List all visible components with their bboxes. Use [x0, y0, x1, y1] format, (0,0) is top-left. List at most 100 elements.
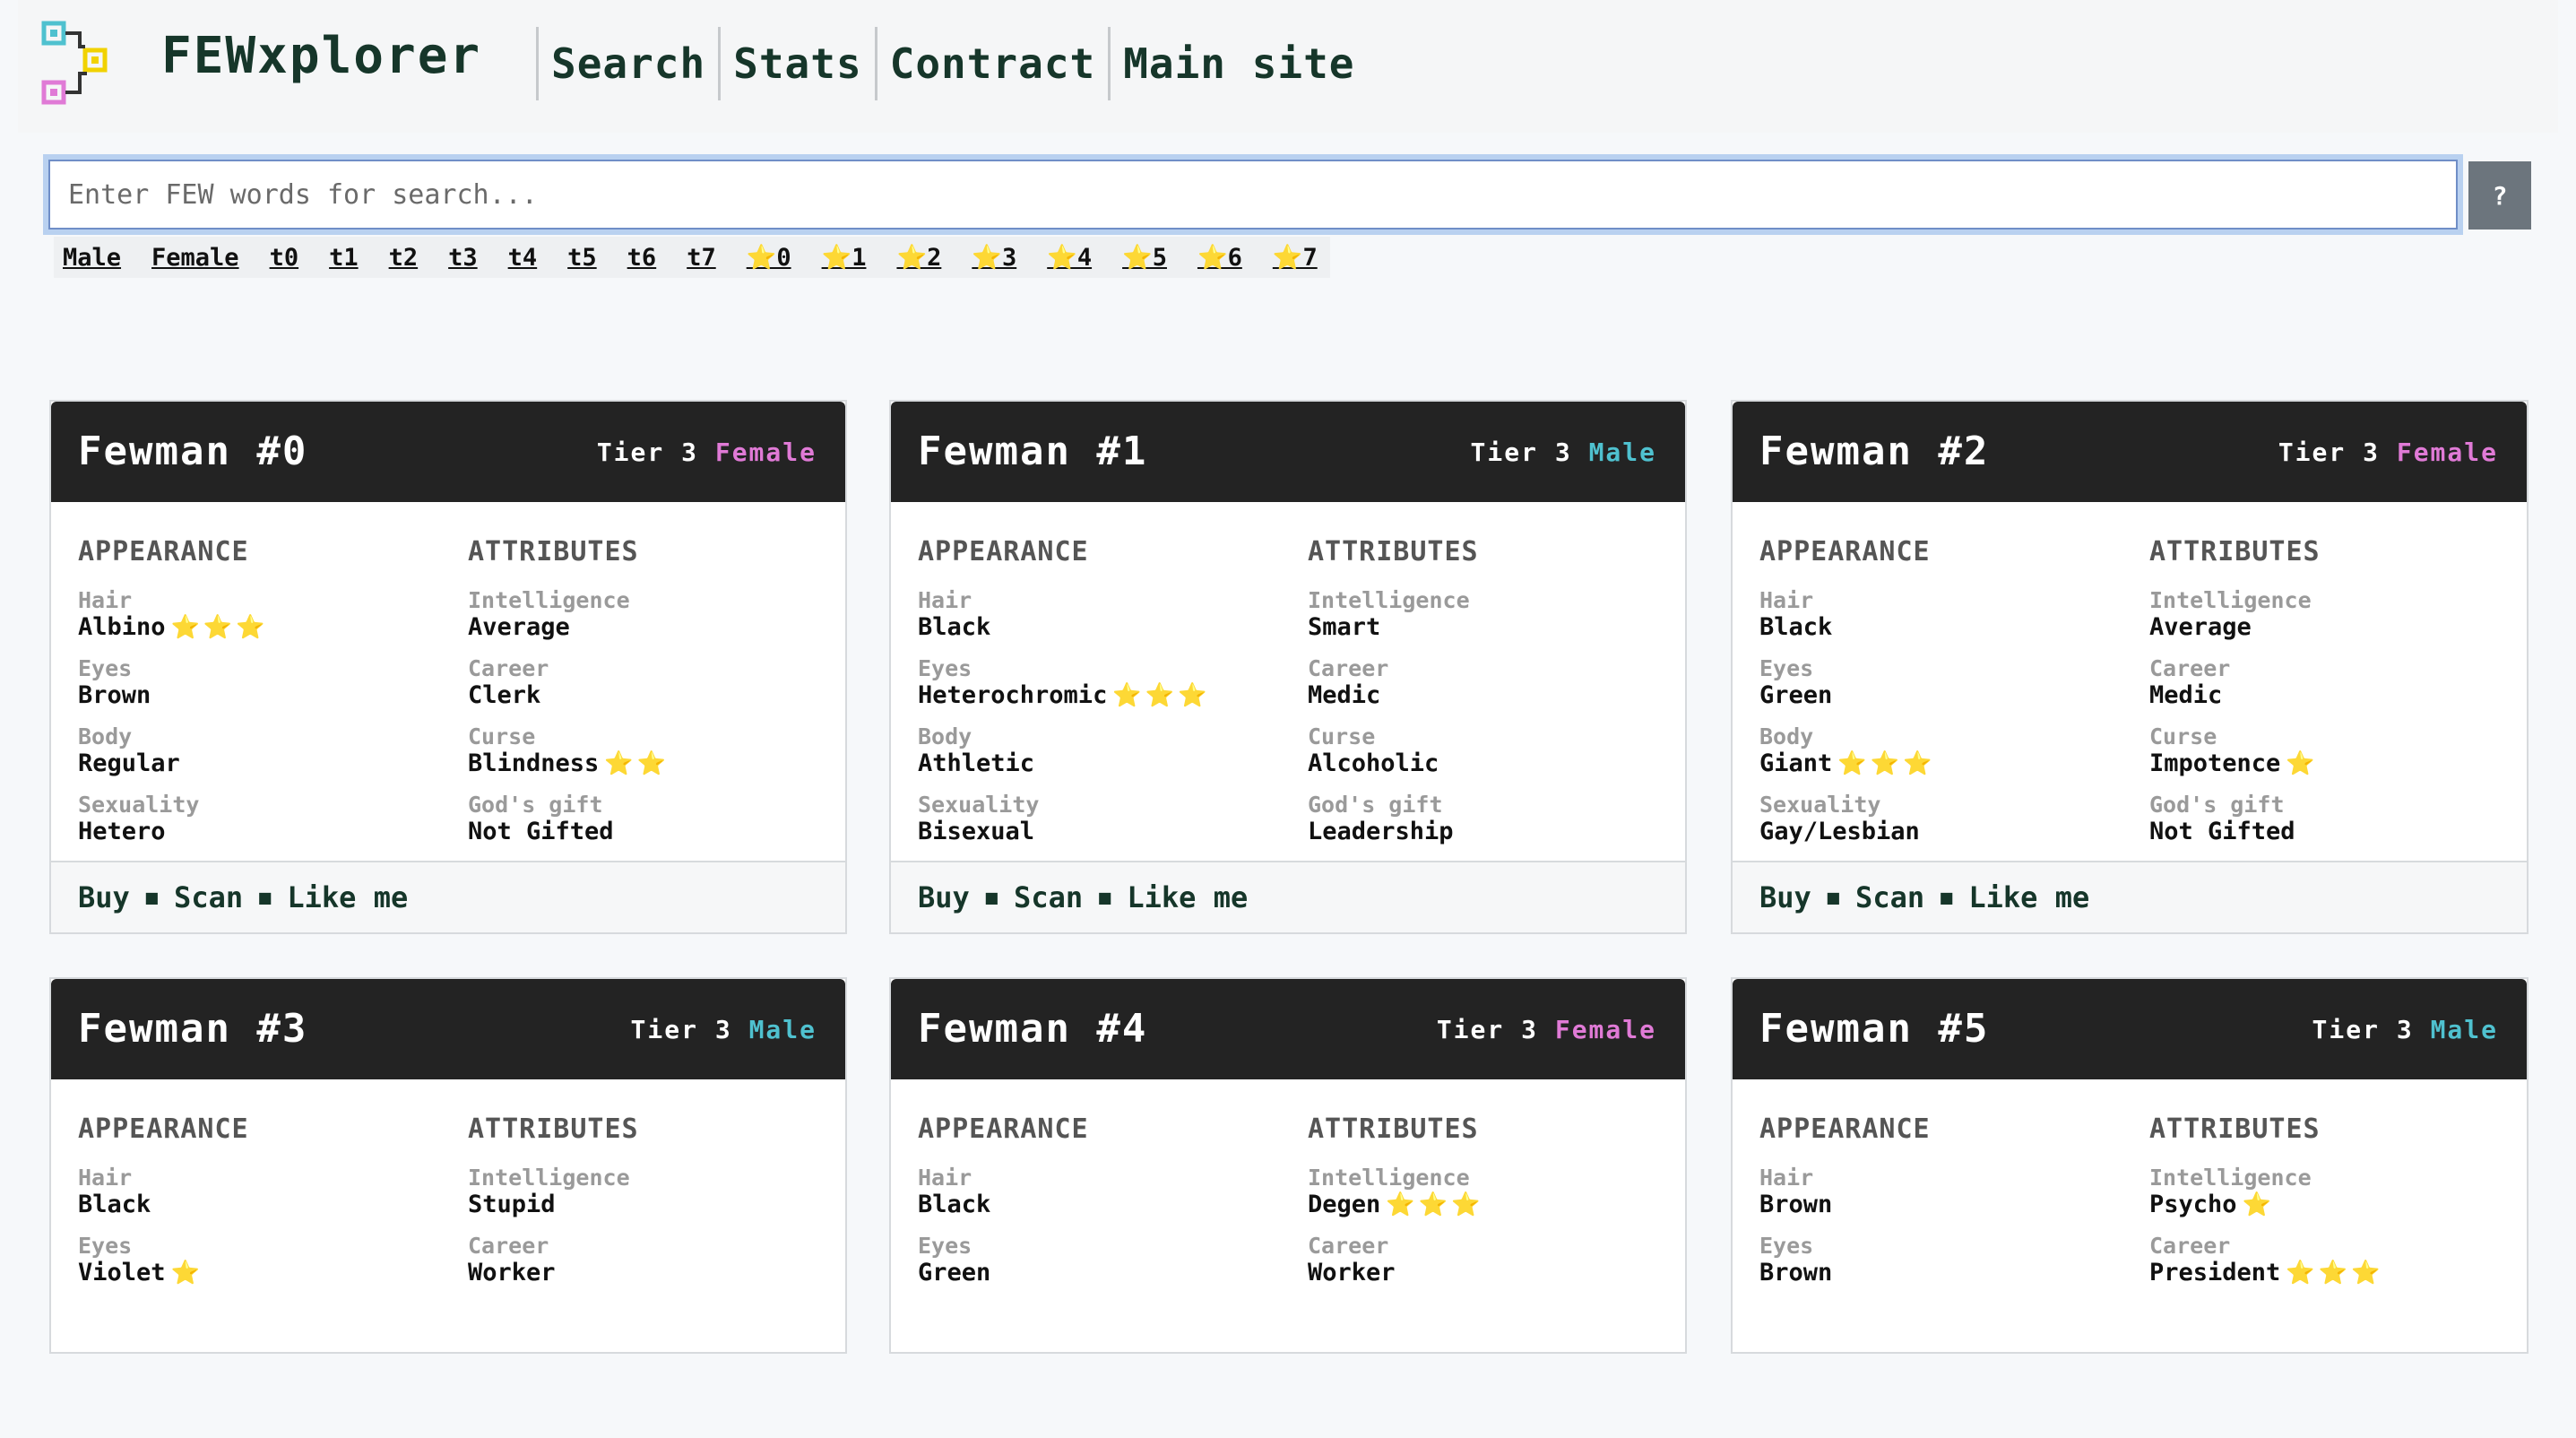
card-tier: Tier 3 Male [2312, 1015, 2498, 1044]
like-link[interactable]: Like me [287, 880, 408, 914]
curse-value: Impotence [2149, 749, 2281, 777]
buy-link[interactable]: Buy [1759, 880, 1811, 914]
filter-tier-5[interactable]: t5 [567, 244, 597, 272]
eyes-value: Violet [78, 1259, 166, 1286]
field-value: Blindness ⭐⭐ [468, 750, 670, 778]
card-title[interactable]: Fewman #5 [1759, 1006, 1989, 1052]
field-value: Medic [2149, 682, 2321, 709]
like-link[interactable]: Like me [1968, 880, 2089, 914]
buy-link[interactable]: Buy [78, 880, 130, 914]
appearance-column: APPEARANCE Hair Black Eyes Heterochromic ⭐⭐… [918, 536, 1210, 860]
card-tier: Tier 3 Male [1471, 437, 1656, 467]
card-header: Fewman #4 Tier 3 Female [891, 979, 1685, 1079]
intelligence-field: Intelligence Average [2149, 587, 2321, 641]
filter-stars-0[interactable]: ⭐0 [747, 243, 791, 272]
star-icon: ⭐⭐⭐ [1837, 750, 1936, 777]
career-field: Career Worker [1308, 1233, 1483, 1286]
gender-label: Male [2430, 1015, 2498, 1044]
field-label: Career [2149, 1233, 2231, 1259]
separator-dot: ■ [145, 886, 159, 909]
field-value: Brown [1759, 1260, 1931, 1286]
field-label: Sexuality [918, 792, 1040, 818]
field-value: Worker [1308, 1260, 1483, 1286]
filter-stars-5[interactable]: ⭐5 [1122, 243, 1167, 272]
field-label: God's gift [468, 792, 603, 818]
search-input[interactable] [43, 154, 2463, 235]
curse-field: Curse Blindness ⭐⭐ [468, 723, 670, 777]
hair-field: Hair Brown [1759, 1165, 1931, 1218]
nav-stats[interactable]: Stats [721, 27, 874, 100]
gift-value: Leadership [1308, 818, 1454, 845]
filter-stars-1[interactable]: ⭐1 [822, 243, 867, 272]
attributes-heading: ATTRIBUTES [1308, 1113, 1479, 1145]
scan-link[interactable]: Scan [1014, 880, 1083, 914]
scan-link[interactable]: Scan [1855, 880, 1924, 914]
card-title[interactable]: Fewman #1 [918, 429, 1147, 474]
buy-link[interactable]: Buy [918, 880, 970, 914]
logo-icon[interactable] [40, 20, 130, 109]
like-link[interactable]: Like me [1127, 880, 1248, 914]
card-body: APPEARANCE Hair Black Eyes Heterochromic ⭐⭐… [891, 502, 1685, 861]
attributes-column: ATTRIBUTES Intelligence Stupid Career Work… [468, 1113, 639, 1301]
field-label: Eyes [78, 1233, 133, 1259]
brand-title[interactable]: FEWxplorer [161, 27, 481, 85]
card-title[interactable]: Fewman #0 [78, 429, 307, 474]
field-label: Career [468, 655, 549, 681]
filter-tier-4[interactable]: t4 [508, 244, 538, 272]
field-value: Giant ⭐⭐⭐ [1759, 750, 1936, 778]
star-icon: ⭐⭐ [604, 750, 670, 777]
help-button[interactable]: ? [2468, 161, 2531, 230]
nav-search[interactable]: Search [539, 27, 718, 100]
gender-label: Female [714, 437, 817, 467]
field-value: Gay/Lesbian [1759, 819, 1935, 845]
career-value: President [2149, 1259, 2281, 1286]
sexuality-value: Gay/Lesbian [1759, 818, 1920, 845]
sexuality-value: Hetero [78, 818, 166, 845]
filter-tier-6[interactable]: t6 [627, 244, 657, 272]
star-icon: ⭐ [2286, 750, 2319, 777]
sexuality-field: Sexuality Gay/Lesbian [1759, 792, 1935, 845]
filter-female[interactable]: Female [151, 244, 239, 272]
separator-dot: ■ [985, 886, 998, 909]
field-label: Hair [918, 1165, 972, 1191]
eyes-field: Eyes Brown [1759, 1233, 1931, 1286]
field-value: Brown [78, 682, 269, 709]
card-title[interactable]: Fewman #4 [918, 1006, 1147, 1052]
field-value: Heterochromic ⭐⭐⭐ [918, 682, 1210, 710]
intelligence-field: Intelligence Psycho ⭐ [2149, 1165, 2383, 1218]
filter-stars-6[interactable]: ⭐6 [1197, 243, 1242, 272]
field-value: Athletic [918, 750, 1210, 777]
field-label: God's gift [1308, 792, 1443, 818]
card-tier: Tier 3 Female [2278, 437, 2498, 467]
appearance-heading: APPEARANCE [78, 1113, 249, 1145]
scan-link[interactable]: Scan [174, 880, 243, 914]
star-icon: ⭐ [2242, 1191, 2275, 1218]
card-title[interactable]: Fewman #3 [78, 1006, 307, 1052]
field-label: Curse [2149, 723, 2217, 749]
filter-stars-2[interactable]: ⭐2 [896, 243, 941, 272]
appearance-heading: APPEARANCE [1759, 536, 1931, 567]
intelligence-value: Smart [1308, 613, 1381, 641]
filter-tier-2[interactable]: t2 [389, 244, 419, 272]
filter-male[interactable]: Male [63, 244, 121, 272]
eyes-field: Eyes Violet ⭐ [78, 1233, 249, 1286]
nav-main-site[interactable]: Main site [1111, 27, 1367, 100]
filter-stars-4[interactable]: ⭐4 [1047, 243, 1092, 272]
filter-tier-1[interactable]: t1 [329, 244, 359, 272]
appearance-column: APPEARANCE Hair Albino ⭐⭐⭐ Eyes Brown Body R… [78, 536, 269, 860]
filter-tier-3[interactable]: t3 [448, 244, 478, 272]
filter-tier-7[interactable]: t7 [687, 244, 716, 272]
attributes-column: ATTRIBUTES Intelligence Average Career Cle… [468, 536, 670, 860]
eyes-value: Brown [1759, 1259, 1833, 1286]
filter-stars-7[interactable]: ⭐7 [1273, 243, 1318, 272]
nav-contract[interactable]: Contract [877, 27, 1109, 100]
field-label: Eyes [1759, 655, 1814, 681]
field-value: Black [1759, 614, 1935, 641]
card-title[interactable]: Fewman #2 [1759, 429, 1989, 474]
field-value: Albino ⭐⭐⭐ [78, 614, 269, 642]
career-value: Medic [2149, 681, 2223, 709]
filter-tier-0[interactable]: t0 [270, 244, 299, 272]
filter-stars-3[interactable]: ⭐3 [972, 243, 1016, 272]
gender-label: Male [748, 1015, 817, 1044]
card-header: Fewman #1 Tier 3 Male [891, 402, 1685, 502]
